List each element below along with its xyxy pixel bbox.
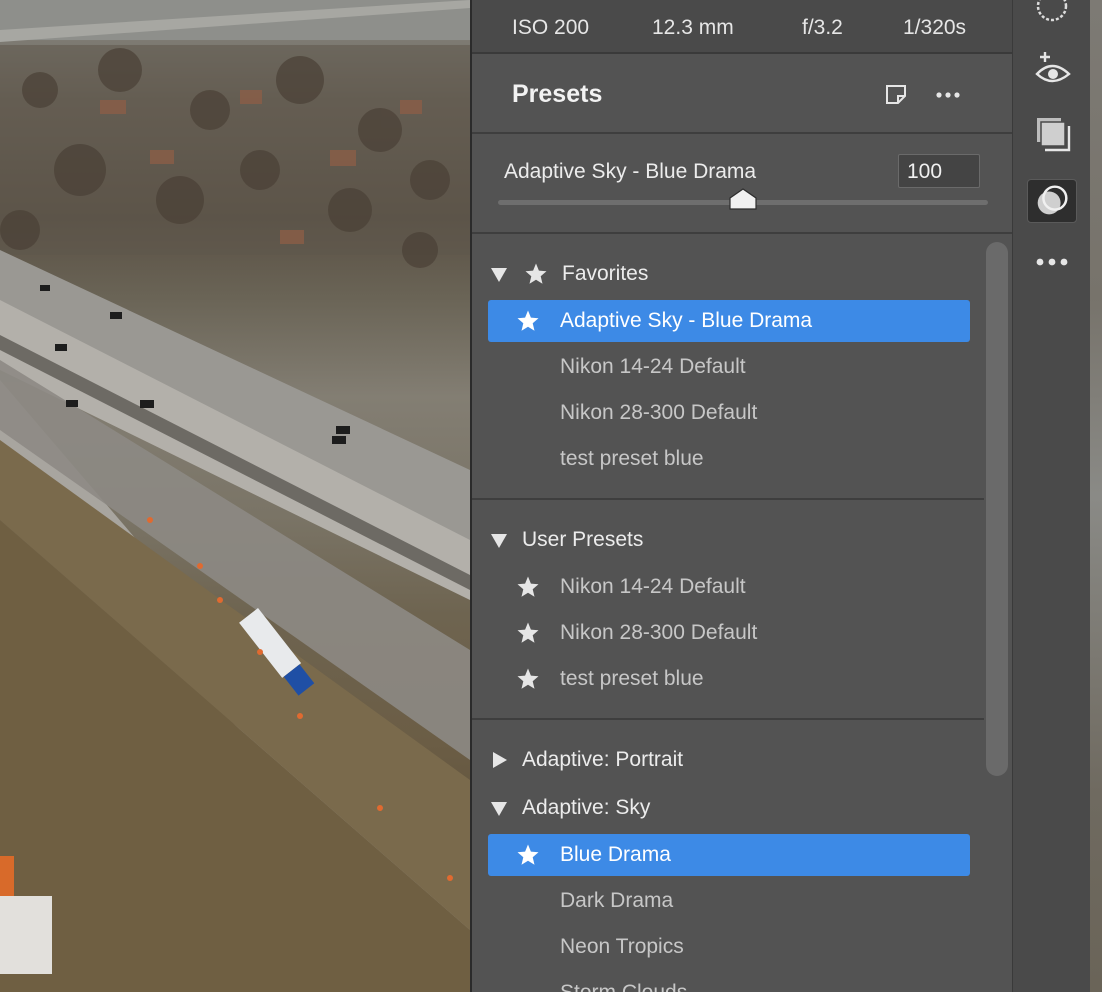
preset-label: Nikon 14-24 Default xyxy=(560,575,746,598)
aperture-value: f/3.2 xyxy=(802,16,843,39)
new-preset-icon[interactable] xyxy=(882,80,912,110)
iso-value: ISO 200 xyxy=(512,16,590,39)
star-icon[interactable] xyxy=(516,309,540,333)
group-divider xyxy=(472,498,984,500)
preset-item-adaptive-sky-blue-drama[interactable]: Adaptive Sky - Blue Drama xyxy=(488,300,970,342)
group-adaptive-sky[interactable]: Adaptive: Sky xyxy=(472,787,984,829)
preset-label: Blue Drama xyxy=(560,843,671,866)
preset-item-nikon-28-300-default[interactable]: Nikon 28-300 Default xyxy=(472,612,984,654)
snapshots-icon[interactable] xyxy=(1027,112,1077,156)
group-label: Favorites xyxy=(562,262,649,285)
canvas-edge xyxy=(1090,0,1102,992)
group-label: Adaptive: Portrait xyxy=(522,748,684,771)
presets-header: Presets xyxy=(472,56,1014,134)
preset-item-nikon-14-24-default[interactable]: Nikon 14-24 Default xyxy=(472,566,984,608)
preset-label: Nikon 28-300 Default xyxy=(560,401,758,424)
panel-title: Presets xyxy=(512,80,603,108)
star-icon[interactable] xyxy=(516,843,540,867)
aerial-highway-photo xyxy=(0,0,470,992)
group-divider xyxy=(472,718,984,720)
preset-list-scrollbar[interactable] xyxy=(986,242,1008,776)
star-icon[interactable] xyxy=(516,667,540,691)
chevron-down-icon[interactable] xyxy=(490,799,508,817)
preset-item-storm-clouds[interactable]: Storm Clouds xyxy=(472,972,984,992)
preset-item-test-preset-blue[interactable]: test preset blue xyxy=(472,658,984,700)
chevron-down-icon[interactable] xyxy=(490,531,508,549)
group-label: User Presets xyxy=(522,528,644,551)
preset-item-neon-tropics[interactable]: Neon Tropics xyxy=(472,926,984,968)
presets-panel: ISO 200 12.3 mm f/3.2 1/320s Presets Ada… xyxy=(470,0,1014,992)
red-eye-icon[interactable] xyxy=(1027,48,1077,92)
preset-item-blue-drama[interactable]: Blue Drama xyxy=(488,834,970,876)
preset-label: Adaptive Sky - Blue Drama xyxy=(560,309,813,332)
preset-label: test preset blue xyxy=(560,667,704,690)
group-user-presets[interactable]: User Presets xyxy=(472,519,984,561)
preset-list: Favorites Adaptive Sky - Blue Drama Niko… xyxy=(472,236,984,992)
focal-length-value: 12.3 mm xyxy=(652,16,734,39)
preset-label: test preset blue xyxy=(560,447,704,470)
mask-icon[interactable] xyxy=(1027,0,1077,28)
preset-label: Dark Drama xyxy=(560,889,674,912)
group-label: Adaptive: Sky xyxy=(522,796,651,819)
exif-bar: ISO 200 12.3 mm f/3.2 1/320s xyxy=(472,0,1014,54)
star-icon[interactable] xyxy=(516,575,540,599)
chevron-right-icon[interactable] xyxy=(490,751,508,769)
preset-label: Storm Clouds xyxy=(560,981,687,992)
presets-icon[interactable] xyxy=(1027,179,1077,223)
chevron-down-icon[interactable] xyxy=(490,265,508,283)
amount-slider-thumb[interactable] xyxy=(728,188,758,210)
group-favorites[interactable]: Favorites xyxy=(472,253,984,295)
preset-label: Neon Tropics xyxy=(560,935,684,958)
tool-strip xyxy=(1012,0,1090,992)
group-adaptive-portrait[interactable]: Adaptive: Portrait xyxy=(472,739,984,781)
preset-item-test-preset-blue[interactable]: test preset blue xyxy=(472,438,984,480)
amount-input[interactable]: 100 xyxy=(898,154,980,188)
preset-item-dark-drama[interactable]: Dark Drama xyxy=(472,880,984,922)
preset-label: Nikon 28-300 Default xyxy=(560,621,758,644)
ellipsis-icon[interactable] xyxy=(933,80,963,110)
preset-item-nikon-14-24-default[interactable]: Nikon 14-24 Default xyxy=(472,346,984,388)
applied-preset-name: Adaptive Sky - Blue Drama xyxy=(504,160,757,183)
star-icon[interactable] xyxy=(516,621,540,645)
more-tools-icon[interactable] xyxy=(1027,240,1077,284)
star-icon xyxy=(525,263,547,284)
preset-label: Nikon 14-24 Default xyxy=(560,355,746,378)
preset-amount-control: Adaptive Sky - Blue Drama 100 xyxy=(472,136,1014,234)
photo-canvas[interactable] xyxy=(0,0,470,992)
preset-item-nikon-28-300-default[interactable]: Nikon 28-300 Default xyxy=(472,392,984,434)
shutter-speed-value: 1/320s xyxy=(903,16,967,39)
